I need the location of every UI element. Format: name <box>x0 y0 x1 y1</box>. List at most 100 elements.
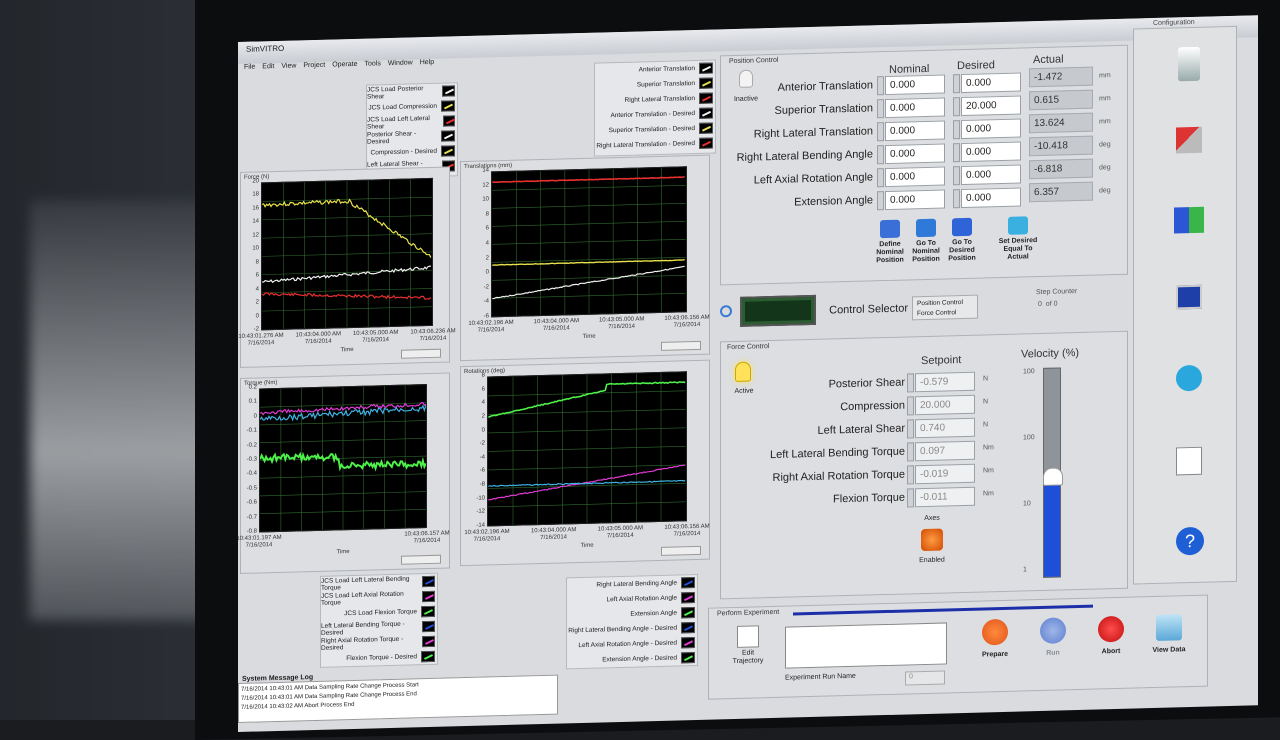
active-bulb-icon[interactable] <box>735 361 751 382</box>
log-box[interactable]: 7/16/2014 10:43:01 AM Data Sampling Rate… <box>238 674 558 723</box>
legend-item[interactable]: Right Lateral Translation - Desired <box>595 136 715 154</box>
extension-angle-desired-field[interactable]: 0.000 <box>961 187 1021 209</box>
velocity-slider[interactable] <box>1043 367 1063 578</box>
menu-edit[interactable]: Edit <box>262 63 274 70</box>
menu-project[interactable]: Project <box>303 62 325 70</box>
right-lateral-translation-nominal-field[interactable]: 0.000 <box>885 120 945 142</box>
extension-angle-nominal-spinner[interactable] <box>877 191 884 211</box>
right-lateral-translation-nominal-spinner[interactable] <box>877 122 884 142</box>
posterior-shear-spinner[interactable] <box>907 373 914 393</box>
compression-spinner[interactable] <box>907 396 914 416</box>
right-lateral-bending-angle-unit: deg <box>1099 141 1111 149</box>
right-lateral-bending-angle-nominal-field[interactable]: 0.000 <box>885 143 945 165</box>
go-to-desired-position-button[interactable]: Go To Desired Position <box>939 217 985 274</box>
y-tick-label: 8 <box>481 372 485 379</box>
monitor-chart-icon[interactable] <box>1176 284 1202 310</box>
left-lateral-bending-torque-unit: Nm <box>983 444 994 452</box>
compression-setpoint-field[interactable]: 20.000 <box>915 394 975 416</box>
axes-label: Axes <box>924 514 940 523</box>
edit-trajectory-button[interactable]: Edit Trajectory <box>727 625 769 676</box>
right-axial-rotation-torque-setpoint-field[interactable]: -0.019 <box>915 463 975 485</box>
legend-label: Right Lateral Translation - Desired <box>596 140 695 150</box>
right-lateral-translation-desired-spinner[interactable] <box>953 120 960 140</box>
status-indicator <box>740 294 816 327</box>
superior-translation-desired-field[interactable]: 20.000 <box>961 95 1021 117</box>
chart-toolbar[interactable] <box>661 340 701 351</box>
menu-view[interactable]: View <box>281 62 296 69</box>
run-name-label: Experiment Run Name <box>785 672 856 682</box>
flexion-torque-setpoint-field[interactable]: -0.011 <box>915 486 975 508</box>
y-tick-label: -0.2 <box>246 442 257 449</box>
refresh-icon[interactable] <box>720 305 732 318</box>
y-tick-label: 8 <box>255 259 259 266</box>
legend-item[interactable]: Extension Angle - Desired <box>567 650 697 668</box>
anterior-translation-nominal-field[interactable]: 0.000 <box>885 74 945 96</box>
button-label: Set Desired Equal To Actual <box>998 237 1038 261</box>
left-axial-rotation-angle-desired-spinner[interactable] <box>953 166 960 186</box>
x-axis-label: Time <box>340 346 354 354</box>
blocks-icon[interactable] <box>1174 206 1204 234</box>
legend-label: Right Lateral Translation <box>624 95 695 104</box>
force-control-option[interactable]: Force Control <box>917 308 973 319</box>
axes-power-icon[interactable] <box>921 528 943 552</box>
experiment-run-name-input[interactable] <box>785 622 947 669</box>
y-tick-label: 10 <box>252 245 259 252</box>
chart-toolbar[interactable] <box>401 348 441 359</box>
right-lateral-bending-angle-desired-spinner[interactable] <box>953 143 960 163</box>
left-lateral-shear-setpoint-field[interactable]: 0.740 <box>915 417 975 439</box>
abort-button[interactable]: Abort <box>1087 615 1135 675</box>
menu-window[interactable]: Window <box>388 59 413 67</box>
y-tick-label: 6 <box>481 386 485 393</box>
velocity-thumb[interactable] <box>1043 467 1063 487</box>
tools-icon[interactable] <box>1176 126 1202 154</box>
prepare-button[interactable]: Prepare <box>971 618 1019 678</box>
right-axial-rotation-torque-spinner[interactable] <box>907 465 914 485</box>
extension-angle-nominal-field[interactable]: 0.000 <box>885 189 945 211</box>
legend-item[interactable]: Flexion Torque - Desired <box>321 649 437 667</box>
run-button[interactable]: Run <box>1029 617 1077 676</box>
left-lateral-shear-spinner[interactable] <box>907 419 914 439</box>
superior-translation-nominal-spinner[interactable] <box>877 99 884 119</box>
button-label: Go To Desired Position <box>948 238 976 263</box>
left-axial-rotation-angle-desired-field[interactable]: 0.000 <box>961 164 1021 186</box>
x-tick-label: 10:43:05.000 AM 7/16/2014 <box>598 316 645 331</box>
extension-angle-label: Extension Angle <box>794 194 873 209</box>
robot-arm-icon[interactable] <box>1178 46 1200 82</box>
posterior-shear-setpoint-field[interactable]: -0.579 <box>915 371 975 393</box>
superior-translation-desired-spinner[interactable] <box>953 97 960 117</box>
view-data-button[interactable]: View Data <box>1145 614 1193 673</box>
anterior-translation-desired-spinner[interactable] <box>953 74 960 94</box>
abort-icon <box>1098 615 1124 643</box>
left-lateral-bending-torque-setpoint-field[interactable]: 0.097 <box>915 440 975 462</box>
menu-tools[interactable]: Tools <box>364 60 380 67</box>
prepare-icon <box>982 618 1008 646</box>
menu-operate[interactable]: Operate <box>332 61 357 69</box>
notepad-icon[interactable] <box>1176 446 1202 476</box>
anterior-translation-desired-field[interactable]: 0.000 <box>961 72 1021 94</box>
set-desired-equal-to-actual-button[interactable]: Set Desired Equal To Actual <box>995 216 1041 273</box>
superior-translation-nominal-field[interactable]: 0.000 <box>885 97 945 119</box>
chart-toolbar[interactable] <box>661 545 701 556</box>
run-count-field[interactable]: 0 <box>905 670 945 686</box>
left-axial-rotation-angle-nominal-field[interactable]: 0.000 <box>885 166 945 188</box>
extension-angle-desired-spinner[interactable] <box>953 189 960 209</box>
left-axial-rotation-angle-nominal-spinner[interactable] <box>877 168 884 188</box>
velocity-tick: 100 <box>1023 434 1035 442</box>
y-tick-label: 6 <box>485 225 489 232</box>
left-lateral-shear-unit: N <box>983 421 989 429</box>
right-lateral-bending-angle-desired-field[interactable]: 0.000 <box>961 141 1021 163</box>
legend-swatch-icon <box>441 130 455 142</box>
chart-toolbar[interactable] <box>401 554 441 565</box>
y-tick-label: 2 <box>255 299 259 306</box>
step-counter-value: 0 of 0 <box>1038 301 1057 309</box>
right-lateral-bending-angle-nominal-spinner[interactable] <box>877 145 884 165</box>
menu-file[interactable]: File <box>244 64 255 71</box>
anterior-translation-nominal-spinner[interactable] <box>877 76 884 96</box>
control-selector-radio[interactable]: Position Control Force Control <box>912 294 978 321</box>
right-lateral-translation-desired-field[interactable]: 0.000 <box>961 118 1021 140</box>
left-lateral-bending-torque-spinner[interactable] <box>907 442 914 462</box>
flexion-torque-spinner[interactable] <box>907 488 914 508</box>
legend-swatch-icon <box>699 62 713 74</box>
menu-help[interactable]: Help <box>420 59 434 66</box>
y-tick-label: 2 <box>481 413 485 420</box>
